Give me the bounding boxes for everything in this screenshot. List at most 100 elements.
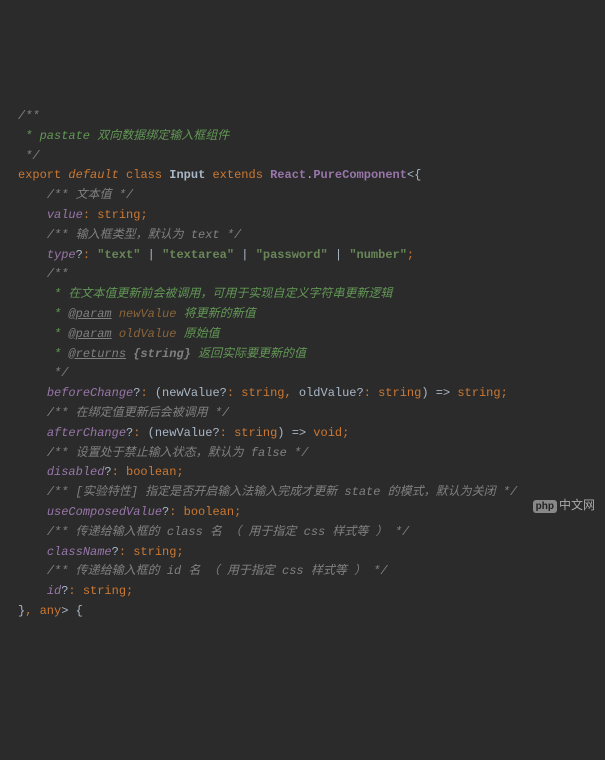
kw-class: class (126, 168, 162, 182)
jsdoc-desc: * pastate 双向数据绑定输入框组件 (18, 129, 229, 143)
jsdoc-close: */ (18, 149, 40, 163)
jsdoc-type: {string} (133, 347, 191, 361)
type-string: string (234, 426, 277, 440)
comment-value: /** 文本值 */ (47, 188, 133, 202)
str-password: "password" (256, 248, 328, 262)
jsdoc-param: @param (68, 307, 111, 321)
prop-id: id (47, 584, 61, 598)
comma: , (25, 604, 32, 618)
brace-open: { (76, 604, 83, 618)
semi: ; (126, 584, 133, 598)
comment-disabled: /** 设置处于禁止输入状态，默认为 false */ (47, 446, 309, 460)
pure-component: PureComponent (313, 168, 407, 182)
param-newvalue: newValue (119, 307, 177, 321)
param-oldvalue: oldValue (119, 327, 177, 341)
colon: : (133, 426, 140, 440)
type-string: string (133, 545, 176, 559)
pipe: | (148, 248, 155, 262)
jsdoc-line: * (18, 347, 68, 361)
paren-open: ( (155, 386, 162, 400)
returns-desc: 返回实际要更新的值 (198, 347, 306, 361)
comment-id: /** 传递给输入框的 id 名 （ 用于指定 css 样式等 ） */ (47, 564, 388, 578)
semi: ; (176, 545, 183, 559)
kw-default: default (68, 168, 118, 182)
prop-value: value (47, 208, 83, 222)
type-boolean: boolean (184, 505, 234, 519)
paren-close: ) (421, 386, 428, 400)
brace-open: { (414, 168, 421, 182)
comment-classname: /** 传递给输入框的 class 名 （ 用于指定 css 样式等 ） */ (47, 525, 409, 539)
paren-open: ( (148, 426, 155, 440)
str-number: "number" (349, 248, 407, 262)
colon: : (68, 584, 75, 598)
jsdoc-param: @param (68, 327, 111, 341)
jsdoc-line: * 在文本值更新前会被调用，可用于实现自定义字符串更新逻辑 (47, 287, 393, 301)
brace-close: } (18, 604, 25, 618)
type-boolean: boolean (126, 465, 176, 479)
colon: : (83, 248, 90, 262)
optional: ? (104, 465, 111, 479)
optional: ? (357, 386, 364, 400)
jsdoc-line: * (18, 307, 68, 321)
php-badge: php (533, 500, 557, 513)
colon: : (169, 505, 176, 519)
type-any: any (40, 604, 62, 618)
jsdoc-open: /** (18, 109, 40, 123)
jsdoc-line: * (18, 327, 68, 341)
fn-param: oldValue (299, 386, 357, 400)
colon: : (83, 208, 90, 222)
prop-type: type (47, 248, 76, 262)
ret-type: void (313, 426, 342, 440)
angle-close: > (61, 604, 68, 618)
watermark-text: 中文网 (559, 498, 595, 512)
type-string: string (241, 386, 284, 400)
arrow: => (292, 426, 306, 440)
semi: ; (342, 426, 349, 440)
str-text: "text" (97, 248, 140, 262)
comment-type: /** 输入框类型，默认为 text */ (47, 228, 241, 242)
param-desc: 将更新的新值 (184, 307, 256, 321)
colon: : (227, 386, 234, 400)
optional: ? (76, 248, 83, 262)
class-name: Input (169, 168, 205, 182)
kw-extends: extends (212, 168, 262, 182)
prop-afterchange: afterChange (47, 426, 126, 440)
semi: ; (501, 386, 508, 400)
comment-afterchange: /** 在绑定值更新后会被调用 */ (47, 406, 229, 420)
prop-classname: className (47, 545, 112, 559)
colon: : (364, 386, 371, 400)
jsdoc-close: */ (47, 366, 69, 380)
arrow: => (436, 386, 450, 400)
semi: ; (140, 208, 147, 222)
optional: ? (61, 584, 68, 598)
optional: ? (212, 426, 219, 440)
react-ns: React (270, 168, 306, 182)
type-string: string (378, 386, 421, 400)
semi: ; (234, 505, 241, 519)
prop-disabled: disabled (47, 465, 105, 479)
watermark: php中文网 (533, 496, 595, 516)
semi: ; (176, 465, 183, 479)
pipe: | (335, 248, 342, 262)
type-string: string (97, 208, 140, 222)
fn-param: newValue (155, 426, 213, 440)
comma: , (284, 386, 291, 400)
optional: ? (220, 386, 227, 400)
param-desc: 原始值 (184, 327, 220, 341)
type-string: string (83, 584, 126, 598)
prop-beforechange: beforeChange (47, 386, 133, 400)
semi: ; (407, 248, 414, 262)
colon: : (140, 386, 147, 400)
pipe: | (241, 248, 248, 262)
ret-type: string (457, 386, 500, 400)
prop-usecomposed: useComposedValue (47, 505, 162, 519)
kw-export: export (18, 168, 61, 182)
colon: : (220, 426, 227, 440)
str-textarea: "textarea" (162, 248, 234, 262)
optional: ? (112, 545, 119, 559)
comment-composed: /** [实验特性] 指定是否开启输入法输入完成才更新 state 的模式，默认… (47, 485, 517, 499)
code-block: /** * pastate 双向数据绑定输入框组件 */ export defa… (18, 87, 587, 622)
paren-close: ) (277, 426, 284, 440)
colon: : (112, 465, 119, 479)
jsdoc-returns: @returns (68, 347, 126, 361)
